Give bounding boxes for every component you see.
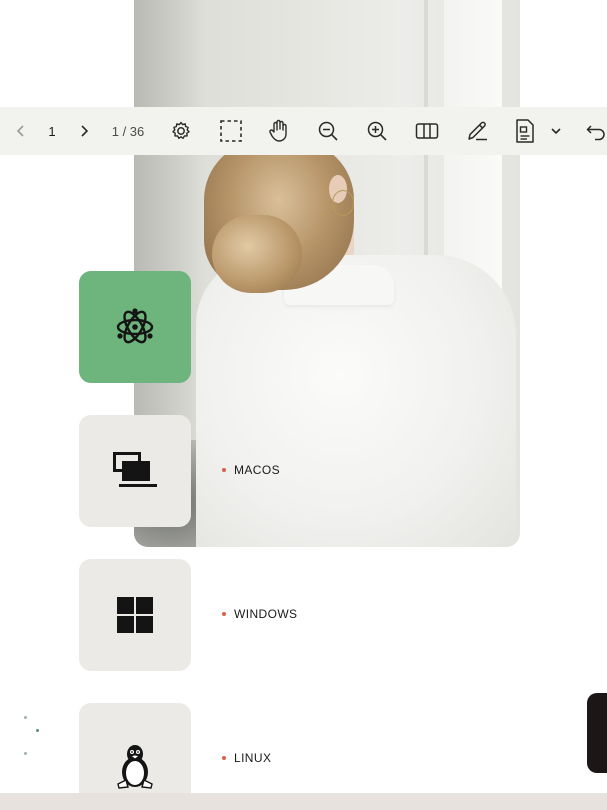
platform-label-windows[interactable]: WINDOWS <box>222 607 297 621</box>
electron-icon <box>116 308 154 344</box>
platform-tile-electron[interactable] <box>79 271 191 383</box>
viewer-toolbar: 1 1 / 36 <box>0 107 607 155</box>
earring <box>332 190 354 216</box>
document-settings-icon <box>516 119 534 143</box>
undo-icon <box>586 125 605 141</box>
bullet-dot <box>222 612 226 616</box>
gear-icon <box>172 121 190 139</box>
zoom-out-button[interactable] <box>315 119 341 143</box>
page-number-input[interactable]: 1 <box>42 121 62 141</box>
page-layout-button[interactable] <box>413 119 441 143</box>
floating-side-tab[interactable] <box>587 693 607 773</box>
undo-button[interactable] <box>585 119 607 143</box>
next-page-button[interactable] <box>75 121 93 141</box>
decorative-dot <box>24 716 27 719</box>
chevron-right-icon <box>81 125 89 137</box>
windows-icon <box>117 597 153 633</box>
select-area-icon <box>220 120 242 142</box>
columns-icon <box>415 123 439 139</box>
chevron-down-icon <box>551 128 561 135</box>
draw-button[interactable] <box>463 119 491 143</box>
platform-label-macos[interactable]: MACOS <box>222 463 280 477</box>
bullet-dot <box>222 468 226 472</box>
zoom-out-icon <box>318 121 338 141</box>
platform-tile-macos[interactable] <box>79 415 191 527</box>
page-count: 1 / 36 <box>111 123 145 139</box>
decorative-dot <box>36 729 39 732</box>
monitor-stack-icon <box>113 452 157 487</box>
pen-icon <box>468 121 487 141</box>
more-options-dropdown[interactable] <box>548 123 564 139</box>
bullet-dot <box>222 756 226 760</box>
platform-name: LINUX <box>234 751 272 765</box>
hair-bun <box>212 215 302 293</box>
document-properties-button[interactable] <box>513 118 537 144</box>
zoom-in-button[interactable] <box>364 119 390 143</box>
platform-name: MACOS <box>234 463 281 477</box>
platform-label-linux[interactable]: LINUX <box>222 751 271 765</box>
bottom-strip <box>0 793 607 810</box>
settings-button[interactable] <box>168 119 194 143</box>
pan-tool-button[interactable] <box>266 118 292 144</box>
hand-icon <box>269 119 287 142</box>
platform-tile-windows[interactable] <box>79 559 191 671</box>
area-select-button[interactable] <box>217 119 245 143</box>
chevron-left-icon <box>16 125 24 137</box>
linux-tux-icon <box>117 745 153 789</box>
previous-page-button[interactable] <box>12 121 30 141</box>
zoom-in-icon <box>367 121 387 141</box>
hero-photo <box>134 0 520 547</box>
platform-name: WINDOWS <box>234 607 298 621</box>
decorative-dot <box>24 752 27 755</box>
